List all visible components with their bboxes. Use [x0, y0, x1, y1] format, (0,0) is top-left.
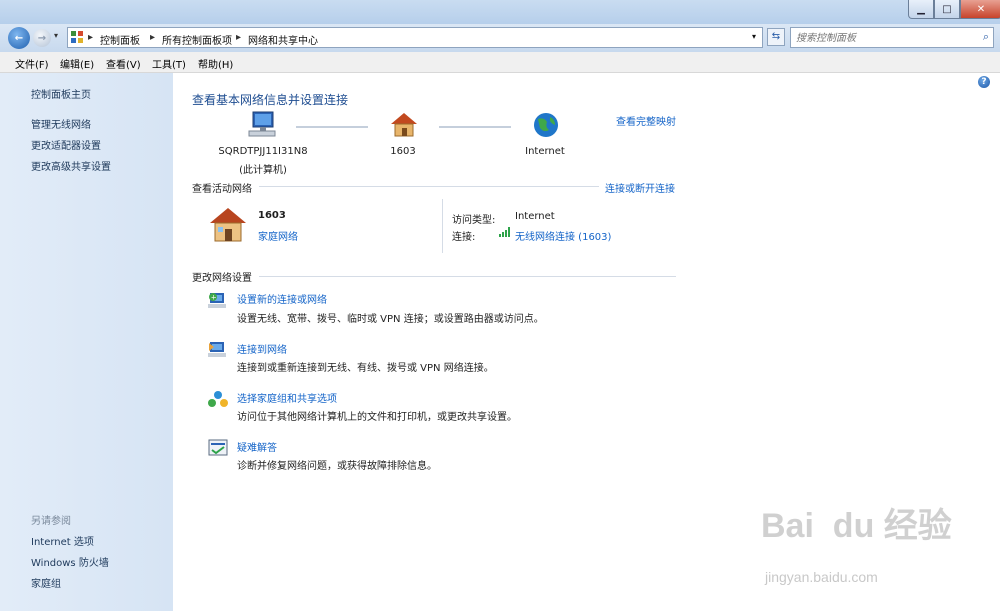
search-box[interactable]: ⌕	[790, 27, 994, 48]
see-also-heading: 另请参阅	[31, 516, 71, 527]
watermark-url: jingyan.baidu.com	[765, 569, 878, 585]
arrow-left-icon: ←	[14, 32, 24, 44]
view-full-map-link[interactable]: 查看完整映射	[616, 113, 676, 128]
title-bar: ▁ □ ✕	[0, 0, 1000, 24]
computer-name: SQRDTPJJ11I31N8	[218, 146, 308, 157]
breadcrumb-item[interactable]: 控制面板	[100, 32, 140, 47]
search-input[interactable]	[794, 30, 973, 46]
connection-line	[439, 126, 511, 128]
signal-strength-icon	[499, 227, 511, 237]
section-divider	[259, 276, 676, 277]
menu-view[interactable]: 查看(V)	[106, 56, 141, 71]
help-icon: ?	[981, 77, 987, 87]
home-network-icon[interactable]	[389, 111, 419, 139]
see-also-homegroup[interactable]: 家庭组	[31, 575, 61, 590]
section-divider	[259, 186, 599, 187]
recent-pages-dropdown[interactable]: ▾	[54, 31, 58, 40]
maximize-icon: □	[942, 3, 952, 15]
see-also-internet-options[interactable]: Internet 选项	[31, 533, 94, 548]
watermark-brand: Bai du 经验	[761, 507, 952, 545]
house-icon	[208, 206, 248, 244]
address-bar[interactable]: ▸ 控制面板 ▸ 所有控制面板项 ▸ 网络和共享中心 ▾	[67, 27, 763, 48]
window-controls: ▁ □ ✕	[908, 0, 1000, 19]
menu-tools[interactable]: 工具(T)	[152, 56, 186, 71]
internet-map-label: Internet	[525, 146, 565, 157]
chevron-down-icon: ▾	[54, 31, 59, 40]
search-icon[interactable]: ⌕	[983, 30, 989, 44]
task-connect-network-desc: 连接到或重新连接到无线、有线、拨号或 VPN 网络连接。	[237, 363, 494, 374]
minimize-button[interactable]: ▁	[908, 0, 934, 19]
svg-text:+: +	[211, 294, 217, 302]
globe-icon[interactable]	[532, 111, 560, 139]
refresh-icon: ⇆	[771, 31, 781, 42]
sidebar-item-sharing-settings[interactable]: 更改高级共享设置	[31, 158, 111, 173]
active-networks-heading: 查看活动网络	[192, 184, 252, 195]
computer-sub-label: (此计算机)	[239, 165, 287, 176]
sidebar-item-manage-wireless[interactable]: 管理无线网络	[31, 116, 91, 131]
menu-file[interactable]: 文件(F)	[15, 56, 49, 71]
sidebar-item-adapter-settings[interactable]: 更改适配器设置	[31, 137, 101, 152]
new-connection-icon: +	[207, 291, 229, 311]
task-homegroup-link[interactable]: 选择家庭组和共享选项	[237, 390, 337, 405]
homegroup-icon	[207, 389, 229, 409]
minimize-icon: ▁	[917, 3, 925, 15]
access-type-label: 访问类型:	[452, 215, 496, 226]
help-button[interactable]: ?	[978, 76, 990, 88]
task-setup-connection-desc: 设置无线、宽带、拨号、临时或 VPN 连接；或设置路由器或访问点。	[237, 314, 544, 325]
address-dropdown-icon[interactable]: ▾	[752, 32, 756, 41]
connect-network-icon	[207, 340, 229, 360]
connect-disconnect-link[interactable]: 连接或断开连接	[605, 180, 675, 195]
network-name: 1603	[258, 210, 286, 221]
window: ▁ □ ✕ ← → ▾ ▸ 控制面板 ▸ 所有控制面板项 ▸ 网络和共享中心 ▾…	[0, 0, 1000, 611]
control-panel-icon	[71, 31, 83, 43]
task-connect-network-link[interactable]: 连接到网络	[237, 341, 287, 356]
menu-help[interactable]: 帮助(H)	[198, 56, 233, 71]
troubleshoot-icon	[207, 438, 229, 458]
menu-bar: 文件(F) 编辑(E) 查看(V) 工具(T) 帮助(H)	[0, 52, 1000, 73]
change-settings-heading: 更改网络设置	[192, 273, 252, 284]
connection-label: 连接:	[452, 232, 476, 243]
refresh-button[interactable]: ⇆	[767, 28, 785, 46]
task-homegroup-desc: 访问位于其他网络计算机上的文件和打印机，或更改共享设置。	[237, 412, 517, 423]
address-bar-area: ← → ▾ ▸ 控制面板 ▸ 所有控制面板项 ▸ 网络和共享中心 ▾ ⇆ ⌕	[0, 24, 1000, 52]
menu-edit[interactable]: 编辑(E)	[60, 56, 94, 71]
maximize-button[interactable]: □	[934, 0, 960, 19]
task-troubleshoot-link[interactable]: 疑难解答	[237, 439, 277, 454]
close-button[interactable]: ✕	[960, 0, 1000, 19]
access-type-value: Internet	[515, 211, 555, 222]
breadcrumb-separator-icon: ▸	[88, 32, 94, 43]
main-content: ? 查看基本网络信息并设置连接 查看完整映射 SQRDTPJJ11I31N8 (…	[173, 73, 1000, 611]
connection-line	[296, 126, 368, 128]
page-title: 查看基本网络信息并设置连接	[192, 93, 349, 107]
sidebar-item-home[interactable]: 控制面板主页	[31, 86, 91, 101]
vertical-divider	[442, 199, 443, 253]
network-type-link[interactable]: 家庭网络	[258, 228, 298, 243]
see-also-windows-firewall[interactable]: Windows 防火墙	[31, 554, 109, 569]
close-icon: ✕	[976, 3, 986, 15]
breadcrumb-separator-icon: ▸	[150, 32, 156, 43]
breadcrumb-separator-icon: ▸	[236, 32, 242, 43]
task-setup-connection-link[interactable]: 设置新的连接或网络	[237, 291, 327, 306]
arrow-right-icon: →	[37, 32, 47, 44]
network-map-label: 1603	[390, 146, 416, 157]
forward-button[interactable]: →	[33, 29, 51, 47]
back-button[interactable]: ←	[8, 27, 30, 49]
wireless-connection-link[interactable]: 无线网络连接 (1603)	[515, 228, 611, 243]
computer-icon[interactable]	[247, 111, 277, 139]
sidebar: 控制面板主页 管理无线网络 更改适配器设置 更改高级共享设置 另请参阅 Inte…	[0, 73, 173, 611]
task-troubleshoot-desc: 诊断并修复网络问题，或获得故障排除信息。	[237, 461, 437, 472]
breadcrumb-item[interactable]: 网络和共享中心	[248, 32, 318, 47]
breadcrumb-item[interactable]: 所有控制面板项	[162, 32, 232, 47]
